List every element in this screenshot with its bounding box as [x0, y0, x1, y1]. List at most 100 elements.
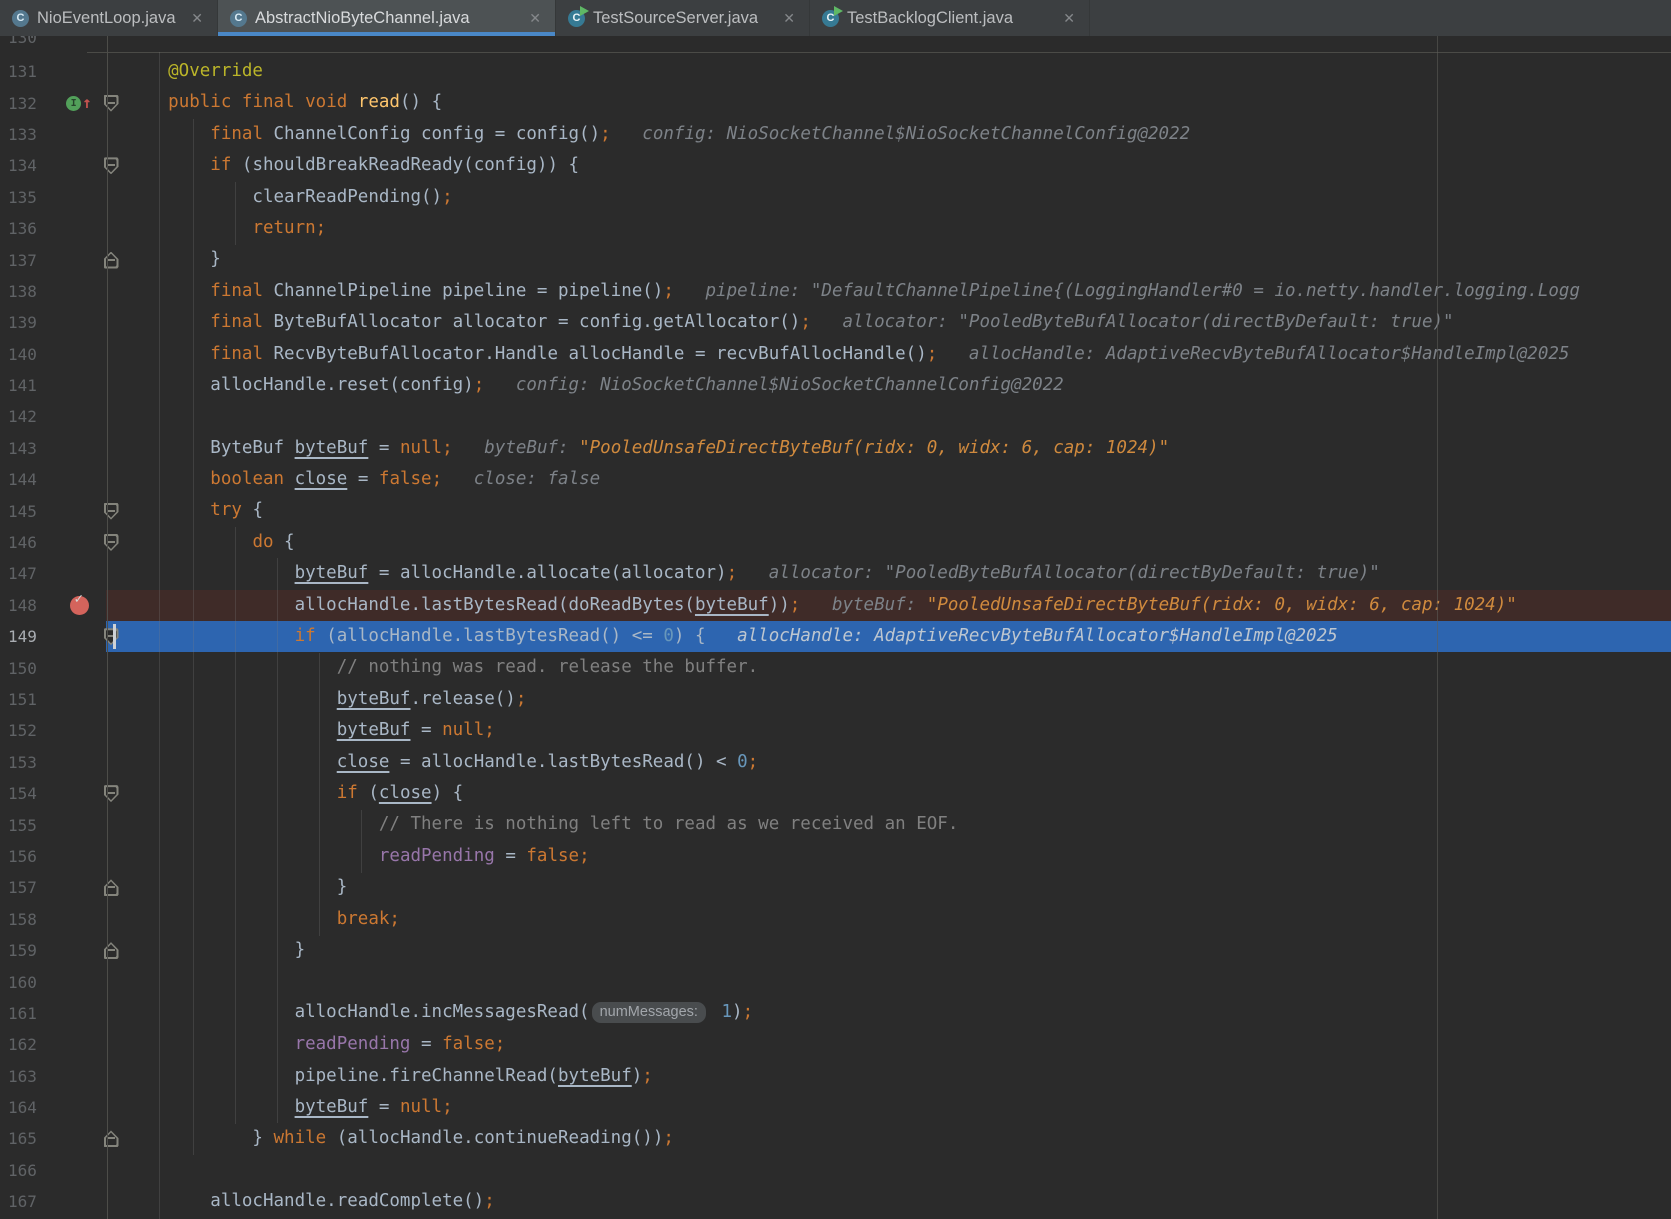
line-number[interactable]: 164: [0, 1098, 62, 1117]
line-number[interactable]: 157: [0, 878, 62, 897]
code-line-152: 152 byteBuf = null;: [0, 715, 1671, 746]
line-number[interactable]: 155: [0, 816, 62, 835]
code-text[interactable]: do {: [126, 527, 1671, 558]
code-text[interactable]: byteBuf = allocHandle.allocate(allocator…: [126, 558, 1671, 589]
line-number[interactable]: 135: [0, 188, 62, 207]
line-number[interactable]: 144: [0, 470, 62, 489]
fold-column: [96, 1029, 126, 1060]
fold-marker-icon[interactable]: [104, 95, 119, 112]
tab-close-icon[interactable]: ✕: [1061, 10, 1077, 27]
code-text[interactable]: final ByteBufAllocator allocator = confi…: [126, 307, 1671, 338]
line-number[interactable]: 152: [0, 721, 62, 740]
code-text[interactable]: byteBuf.release();: [126, 684, 1671, 715]
line-number[interactable]: 165: [0, 1129, 62, 1148]
fold-marker-icon[interactable]: [104, 503, 119, 520]
implements-method-icon[interactable]: I↑: [66, 95, 92, 111]
line-number[interactable]: 156: [0, 847, 62, 866]
line-number[interactable]: 139: [0, 313, 62, 332]
code-text[interactable]: try {: [126, 495, 1671, 526]
code-text[interactable]: // nothing was read. release the buffer.: [126, 652, 1671, 683]
breakpoint-verified-icon[interactable]: [70, 596, 89, 615]
line-number[interactable]: 154: [0, 784, 62, 803]
fold-marker-icon[interactable]: [104, 628, 119, 645]
code-text[interactable]: final ChannelPipeline pipeline = pipelin…: [126, 276, 1671, 307]
code-text[interactable]: if (allocHandle.lastBytesRead() <= 0) { …: [126, 621, 1671, 652]
code-text[interactable]: }: [126, 872, 1671, 903]
fold-marker-icon[interactable]: [104, 157, 119, 174]
code-text[interactable]: } while (allocHandle.continueReading());: [126, 1123, 1671, 1154]
tab-close-icon[interactable]: ✕: [527, 10, 543, 27]
line-number[interactable]: 133: [0, 125, 62, 144]
line-number[interactable]: 158: [0, 910, 62, 929]
line-number[interactable]: 159: [0, 941, 62, 960]
code-text[interactable]: allocHandle.reset(config); config: NioSo…: [126, 370, 1671, 401]
code-text[interactable]: return;: [126, 213, 1671, 244]
line-number[interactable]: 163: [0, 1067, 62, 1086]
code-text[interactable]: allocHandle.incMessagesRead(numMessages:…: [126, 997, 1671, 1029]
tab-AbstractNioByteChannel-java[interactable]: CAbstractNioByteChannel.java✕: [218, 0, 556, 36]
code-text[interactable]: byteBuf = null;: [126, 715, 1671, 746]
tab-TestSourceServer-java[interactable]: CTestSourceServer.java✕: [556, 0, 810, 36]
line-number[interactable]: 147: [0, 564, 62, 583]
tab-close-icon[interactable]: ✕: [189, 10, 205, 27]
fold-column: [96, 527, 126, 558]
fold-marker-icon[interactable]: [104, 534, 119, 551]
line-number[interactable]: 167: [0, 1192, 62, 1211]
tab-TestBacklogClient-java[interactable]: CTestBacklogClient.java✕: [810, 0, 1090, 36]
line-number[interactable]: 145: [0, 502, 62, 521]
line-number[interactable]: 140: [0, 345, 62, 364]
line-number[interactable]: 138: [0, 282, 62, 301]
code-text[interactable]: // There is nothing left to read as we r…: [126, 809, 1671, 840]
tab-close-icon[interactable]: ✕: [781, 10, 797, 27]
fold-marker-icon[interactable]: [104, 252, 119, 269]
code-text[interactable]: close = allocHandle.lastBytesRead() < 0;: [126, 747, 1671, 778]
line-number[interactable]: 153: [0, 753, 62, 772]
code-text[interactable]: final RecvByteBufAllocator.Handle allocH…: [126, 339, 1671, 370]
line-number[interactable]: 132: [0, 94, 62, 113]
line-number[interactable]: 136: [0, 219, 62, 238]
code-text[interactable]: allocHandle.readComplete();: [126, 1186, 1671, 1217]
line-number[interactable]: 137: [0, 251, 62, 270]
line-number[interactable]: 161: [0, 1004, 62, 1023]
line-number[interactable]: 166: [0, 1161, 62, 1180]
line-number[interactable]: 150: [0, 659, 62, 678]
line-number[interactable]: 134: [0, 156, 62, 175]
line-number[interactable]: 146: [0, 533, 62, 552]
line-number[interactable]: 148: [0, 596, 62, 615]
code-text[interactable]: @Override: [126, 56, 1671, 87]
code-editor[interactable]: 130 131 @Override 132I↑ public final void …: [0, 36, 1671, 1219]
fold-marker-icon[interactable]: [104, 879, 119, 896]
code-text[interactable]: readPending = false;: [126, 1029, 1671, 1060]
code-text[interactable]: byteBuf = null;: [126, 1092, 1671, 1123]
code-text[interactable]: pipeline.fireChannelRead(byteBuf);: [126, 1061, 1671, 1092]
fold-marker-icon[interactable]: [104, 942, 119, 959]
code-text[interactable]: boolean close = false; close: false: [126, 464, 1671, 495]
line-number[interactable]: 160: [0, 973, 62, 992]
code-token: [126, 752, 337, 772]
code-text[interactable]: }: [126, 935, 1671, 966]
code-token: false: [442, 1034, 495, 1054]
line-number[interactable]: 143: [0, 439, 62, 458]
code-text[interactable]: if (close) {: [126, 778, 1671, 809]
fold-marker-icon[interactable]: [104, 1130, 119, 1147]
line-number[interactable]: 142: [0, 407, 62, 426]
tab-NioEventLoop-java[interactable]: CNioEventLoop.java✕: [0, 0, 218, 36]
line-number[interactable]: 130: [0, 36, 62, 47]
line-number[interactable]: 162: [0, 1035, 62, 1054]
code-text[interactable]: if (shouldBreakReadReady(config)) {: [126, 150, 1671, 181]
line-number[interactable]: 141: [0, 376, 62, 395]
code-text[interactable]: readPending = false;: [126, 841, 1671, 872]
code-text[interactable]: allocHandle.lastBytesRead(doReadBytes(by…: [126, 590, 1671, 621]
code-text[interactable]: break;: [126, 904, 1671, 935]
code-token: ;: [727, 563, 738, 583]
code-text[interactable]: ByteBuf byteBuf = null; byteBuf: "Pooled…: [126, 433, 1671, 464]
line-number[interactable]: 131: [0, 62, 62, 81]
code-text[interactable]: final ChannelConfig config = config(); c…: [126, 119, 1671, 150]
fold-marker-icon[interactable]: [104, 785, 119, 802]
fold-column: [96, 904, 126, 935]
code-text[interactable]: }: [126, 244, 1671, 275]
code-text[interactable]: public final void read() {: [126, 87, 1671, 118]
code-text[interactable]: clearReadPending();: [126, 182, 1671, 213]
line-number[interactable]: 149: [0, 627, 62, 646]
line-number[interactable]: 151: [0, 690, 62, 709]
